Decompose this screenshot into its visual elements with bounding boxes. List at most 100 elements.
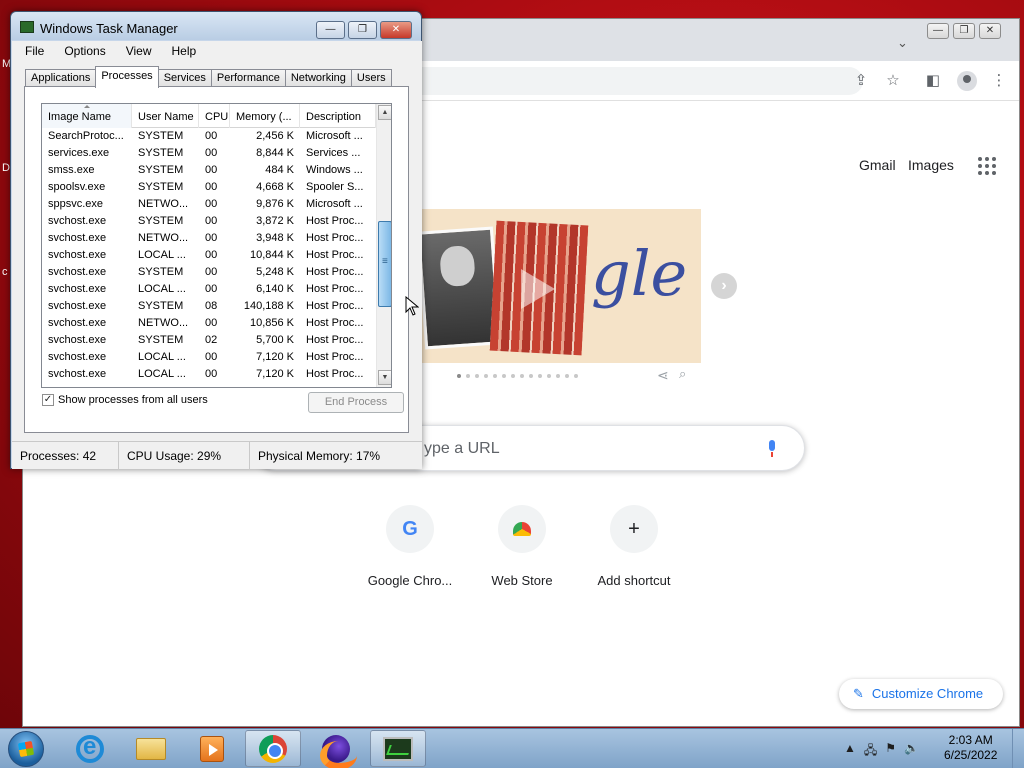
- show-desktop-button[interactable]: [1012, 729, 1024, 768]
- cell-user-name: LOCAL ...: [138, 249, 186, 261]
- menu-help[interactable]: Help: [159, 41, 204, 61]
- table-row[interactable]: svchost.exe SYSTEM 08 140,188 K Host Proc...: [42, 298, 376, 315]
- shortcut-add[interactable]: + Add shortcut: [578, 505, 690, 588]
- table-row[interactable]: svchost.exe LOCAL ... 00 7,120 K Host Proc..…: [42, 349, 376, 366]
- chrome-close-button[interactable]: ✕: [979, 23, 1001, 39]
- column-description[interactable]: Description: [300, 104, 376, 128]
- clock[interactable]: 2:03 AM 6/25/2022: [944, 733, 997, 763]
- task-manager-titlebar[interactable]: Windows Task Manager — ❐ ✕: [11, 12, 421, 40]
- address-bar[interactable]: [403, 67, 863, 95]
- show-all-processes-option[interactable]: ✓ Show processes from all users: [42, 394, 208, 406]
- tab-performance[interactable]: Performance: [210, 69, 286, 87]
- scroll-down-icon[interactable]: ▼: [378, 370, 391, 385]
- table-row[interactable]: sppsvc.exe NETWO... 00 9,876 K Microsoft ...: [42, 196, 376, 213]
- chrome-minimize-button[interactable]: —: [927, 23, 949, 39]
- chrome-maximize-button[interactable]: ❐: [953, 23, 975, 39]
- cell-memory: 484 K: [265, 164, 294, 176]
- tab-services[interactable]: Services: [157, 69, 212, 87]
- taskbar-google-chrome[interactable]: [245, 730, 301, 767]
- cell-description: Host Proc...: [306, 368, 364, 380]
- menu-options[interactable]: Options: [51, 41, 112, 61]
- menu-view[interactable]: View: [113, 41, 159, 61]
- cell-memory: 3,948 K: [256, 232, 294, 244]
- cell-description: Host Proc...: [306, 351, 364, 363]
- desktop-icon-label: D: [2, 162, 10, 174]
- tm-minimize-button[interactable]: —: [316, 21, 345, 39]
- cell-user-name: SYSTEM: [138, 266, 184, 278]
- table-row[interactable]: smss.exe SYSTEM 00 484 K Windows ...: [42, 162, 376, 179]
- shortcut-google-chrome[interactable]: G Google Chro...: [354, 505, 466, 588]
- vertical-scrollbar[interactable]: ▲ ▼: [376, 104, 391, 387]
- table-row[interactable]: svchost.exe LOCAL ... 00 6,140 K Host Proc..…: [42, 281, 376, 298]
- table-row[interactable]: svchost.exe LOCAL ... 00 7,120 K Host Proc..…: [42, 366, 376, 383]
- taskbar-file-explorer[interactable]: [123, 730, 179, 767]
- column-cpu[interactable]: CPU: [199, 104, 230, 128]
- column-user-name[interactable]: User Name: [132, 104, 199, 128]
- column-image-name[interactable]: Image Name: [42, 104, 132, 128]
- customize-chrome-button[interactable]: ✎ Customize Chrome: [839, 679, 1003, 709]
- tab-applications[interactable]: Applications: [25, 69, 97, 87]
- cell-image-name: svchost.exe: [48, 283, 107, 295]
- tab-networking[interactable]: Networking: [284, 69, 352, 87]
- status-processes: Processes: 42: [12, 442, 119, 470]
- show-hidden-icons-icon[interactable]: ▲: [844, 741, 856, 762]
- doodle-share-icon[interactable]: ⋖: [657, 367, 669, 384]
- doodle-search-icon[interactable]: ⌕: [679, 366, 686, 382]
- cell-user-name: SYSTEM: [138, 334, 184, 346]
- bookmark-star-icon[interactable]: ☆: [883, 71, 903, 91]
- volume-icon[interactable]: 🔈: [904, 741, 919, 762]
- cell-image-name: services.exe: [48, 147, 110, 159]
- cell-description: Windows ...: [306, 164, 363, 176]
- start-button-icon[interactable]: [8, 731, 44, 767]
- gmail-link[interactable]: Gmail: [859, 157, 896, 173]
- taskbar-internet-explorer[interactable]: [62, 730, 118, 767]
- tm-close-button[interactable]: ✕: [380, 21, 412, 39]
- google-apps-icon[interactable]: [978, 157, 996, 175]
- action-center-flag-icon[interactable]: ⚑: [885, 741, 896, 762]
- column-memory[interactable]: Memory (...: [230, 104, 300, 128]
- network-icon[interactable]: 🖧: [864, 741, 877, 762]
- cell-user-name: SYSTEM: [138, 215, 184, 227]
- table-row[interactable]: svchost.exe SYSTEM 02 5,700 K Host Proc...: [42, 332, 376, 349]
- taskbar-media-player[interactable]: [184, 730, 240, 767]
- tab-search-icon[interactable]: ⌄: [897, 35, 908, 51]
- table-row[interactable]: svchost.exe SYSTEM 00 3,872 K Host Proc...: [42, 213, 376, 230]
- end-process-button[interactable]: End Process: [308, 392, 404, 413]
- table-row[interactable]: services.exe SYSTEM 00 8,844 K Services ...: [42, 145, 376, 162]
- share-icon[interactable]: ⇪: [851, 71, 871, 91]
- table-row[interactable]: svchost.exe SYSTEM 00 5,248 K Host Proc...: [42, 264, 376, 281]
- chrome-menu-icon[interactable]: ⋮: [989, 71, 1009, 91]
- menu-file[interactable]: File: [12, 41, 51, 61]
- scrollbar-thumb[interactable]: [378, 221, 391, 307]
- cell-image-name: sppsvc.exe: [48, 198, 104, 210]
- table-row[interactable]: spoolsv.exe SYSTEM 00 4,668 K Spooler S...: [42, 179, 376, 196]
- table-row[interactable]: svchost.exe LOCAL ... 00 10,844 K Host Proc.…: [42, 247, 376, 264]
- tm-maximize-button[interactable]: ❐: [348, 21, 377, 39]
- table-row[interactable]: svchost.exe NETWO... 00 10,856 K Host Proc..…: [42, 315, 376, 332]
- images-link[interactable]: Images: [908, 157, 954, 173]
- taskbar-firefox[interactable]: [308, 730, 364, 768]
- cell-cpu: 00: [205, 147, 218, 159]
- table-row[interactable]: svchost.exe NETWO... 00 3,948 K Host Proc...: [42, 230, 376, 247]
- table-row[interactable]: SearchProtoc... SYSTEM 00 2,456 K Microsoft …: [42, 128, 376, 145]
- profile-avatar-icon[interactable]: [957, 71, 977, 91]
- doodle-next-icon[interactable]: ›: [711, 273, 737, 299]
- status-bar: Processes: 42 CPU Usage: 29% Physical Me…: [12, 441, 422, 470]
- show-all-checkbox[interactable]: ✓: [42, 394, 54, 406]
- cell-description: Microsoft ...: [306, 198, 363, 210]
- tab-users[interactable]: Users: [350, 69, 392, 87]
- shortcut-web-store[interactable]: Web Store: [466, 505, 578, 588]
- cell-memory: 2,456 K: [256, 130, 294, 142]
- cell-user-name: SYSTEM: [138, 164, 184, 176]
- cell-user-name: LOCAL ...: [138, 351, 186, 363]
- taskbar-task-manager[interactable]: [370, 730, 426, 767]
- tab-processes[interactable]: Processes: [95, 66, 159, 88]
- scroll-up-icon[interactable]: ▲: [378, 105, 391, 120]
- doodle-pagination: [457, 374, 578, 378]
- google-doodle[interactable]: gle: [421, 209, 701, 363]
- process-list[interactable]: Image Name User Name CPU Memory (... Des…: [41, 103, 392, 388]
- taskbar: ▲ 🖧 ⚑ 🔈 2:03 AM 6/25/2022: [0, 728, 1024, 768]
- microphone-icon[interactable]: [765, 440, 779, 458]
- task-manager-icon: [383, 736, 413, 761]
- side-panel-icon[interactable]: ◧: [923, 71, 943, 91]
